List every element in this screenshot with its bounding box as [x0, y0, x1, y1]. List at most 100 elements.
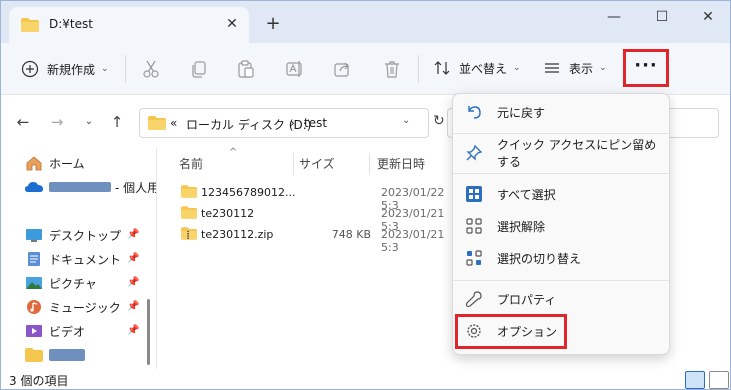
file-date: 2023/01/21 5:3: [381, 228, 445, 254]
up-arrow-icon[interactable]: ↑: [107, 113, 127, 133]
redacted-account-name: [49, 182, 111, 192]
sidebar-item-label: - 個人用: [115, 180, 160, 195]
minimize-button[interactable]: —: [591, 1, 637, 33]
tab-close-button[interactable]: ✕: [221, 13, 243, 35]
status-bar: 3 個の項目: [1, 369, 730, 389]
breadcrumb-folder[interactable]: test: [304, 116, 327, 130]
chevron-down-icon[interactable]: ⌄: [402, 115, 410, 126]
close-window-button[interactable]: ✕: [685, 1, 730, 33]
home-icon: [26, 156, 42, 171]
tab-d-test[interactable]: D:¥test ✕: [9, 7, 249, 43]
new-button[interactable]: 新規作成 ⌄: [21, 59, 109, 79]
delete-icon[interactable]: [382, 59, 402, 79]
maximize-button[interactable]: ☐: [639, 1, 685, 33]
share-icon[interactable]: [333, 59, 353, 79]
pin-icon[interactable]: 📌: [127, 325, 139, 336]
sidebar-item-home[interactable]: ホーム: [25, 153, 85, 173]
address-bar[interactable]: « ローカル ディスク (D:) › test ⌄: [139, 108, 429, 138]
pin-icon[interactable]: 📌: [127, 229, 139, 240]
folder-icon: [148, 116, 166, 130]
new-button-label: 新規作成: [47, 62, 96, 77]
menu-item-properties[interactable]: プロパティ: [459, 285, 665, 313]
file-list: ^ 名前 サイズ 更新日時 123456789012... 2023/01/22…: [157, 147, 457, 369]
pictures-icon: [26, 277, 42, 289]
title-bar: D:¥test ✕ + — ☐ ✕: [1, 1, 730, 43]
file-name: te230112: [201, 207, 255, 220]
sidebar-item-label: ドキュメント: [49, 252, 122, 267]
cut-icon[interactable]: [141, 59, 161, 79]
toolbar-divider: [418, 55, 419, 83]
file-size: 748 KB: [331, 228, 371, 241]
column-divider[interactable]: [293, 153, 294, 175]
desktop-icon: [26, 229, 42, 242]
paste-icon[interactable]: [236, 59, 256, 79]
pin-icon[interactable]: 📌: [127, 253, 139, 264]
documents-icon: [28, 252, 40, 266]
menu-item-pin-quick-access[interactable]: クイック アクセスにピン留めする: [459, 138, 665, 169]
column-divider[interactable]: [369, 153, 370, 175]
invert-selection-icon: [466, 250, 482, 266]
toolbar-divider: [125, 55, 126, 83]
menu-item-label: すべて選択: [497, 187, 556, 202]
menu-divider: [453, 280, 669, 281]
sidebar-item-desktop[interactable]: デスクトップ: [25, 225, 121, 245]
item-count: 3 個の項目: [9, 374, 69, 388]
recent-locations-icon[interactable]: ⌄: [79, 113, 99, 133]
view-button[interactable]: 表示 ⌄: [543, 59, 607, 77]
sidebar-item-music[interactable]: ミュージック: [25, 297, 121, 317]
menu-divider: [453, 173, 669, 174]
breadcrumb-overflow[interactable]: «: [170, 116, 177, 130]
select-none-icon: [466, 218, 482, 234]
file-name: te230112.zip: [201, 228, 274, 241]
sidebar-item-redacted-folder[interactable]: [25, 345, 85, 365]
rename-icon[interactable]: [285, 59, 305, 79]
pin-icon[interactable]: 📌: [127, 277, 139, 288]
menu-item-undo[interactable]: 元に戻す: [459, 98, 665, 126]
folder-icon: [25, 348, 43, 362]
column-header-size[interactable]: サイズ: [299, 155, 335, 172]
undo-icon: [468, 106, 481, 119]
forward-arrow-icon[interactable]: →: [47, 113, 67, 133]
column-header-name[interactable]: 名前: [179, 155, 203, 172]
plus-circle-icon: [21, 60, 39, 78]
copy-icon[interactable]: [189, 59, 209, 79]
menu-item-select-none[interactable]: 選択解除: [459, 212, 665, 240]
sort-button[interactable]: 並べ替え ⌄: [433, 59, 521, 77]
pin-icon[interactable]: 📌: [127, 301, 139, 312]
table-row[interactable]: te230112.zip 748 KB 2023/01/21 5:3: [175, 225, 455, 254]
menu-item-select-all[interactable]: すべて選択: [459, 180, 665, 208]
sidebar-item-pictures[interactable]: ピクチャ: [25, 273, 97, 293]
options-highlight-box: [455, 314, 567, 349]
file-name: 123456789012...: [201, 186, 296, 199]
menu-item-invert-selection[interactable]: 選択の切り替え: [459, 244, 665, 272]
new-tab-button[interactable]: +: [261, 13, 285, 37]
column-header-date[interactable]: 更新日時: [377, 155, 425, 172]
view-icon: [545, 63, 559, 73]
properties-icon: [465, 291, 482, 308]
folder-icon: [181, 185, 197, 198]
large-icons-view-icon[interactable]: [709, 371, 729, 389]
view-label: 表示: [569, 61, 594, 76]
sidebar-item-label: ミュージック: [49, 300, 121, 315]
sidebar-item-videos[interactable]: ビデオ: [25, 321, 85, 341]
tab-title: D:¥test: [49, 17, 93, 31]
details-view-icon[interactable]: [685, 371, 705, 389]
videos-icon: [26, 325, 42, 337]
sidebar-item-onedrive[interactable]: - 個人用: [25, 177, 159, 197]
chevron-down-icon: ⌄: [101, 64, 109, 74]
sidebar-item-documents[interactable]: ドキュメント: [25, 249, 121, 269]
sidebar-item-label: ピクチャ: [49, 276, 97, 291]
chevron-down-icon: ⌄: [513, 63, 521, 73]
back-arrow-icon[interactable]: ←: [13, 113, 33, 133]
scrollbar-thumb[interactable]: [147, 299, 150, 365]
sort-ascending-icon: ^: [229, 147, 238, 158]
table-row[interactable]: 123456789012... 2023/01/22 5:3: [175, 183, 455, 212]
onedrive-icon: [25, 182, 43, 192]
menu-item-label: 選択解除: [497, 219, 546, 234]
table-row[interactable]: te230112 2023/01/21 5:3: [175, 204, 455, 233]
see-more-button[interactable]: ···: [623, 49, 669, 87]
menu-item-label: 元に戻す: [497, 105, 546, 120]
zip-folder-icon: [181, 227, 197, 240]
file-explorer-window: D:¥test ✕ + — ☐ ✕ 新規作成 ⌄ 並べ替え ⌄ 表示 ⌄ ···…: [0, 0, 731, 390]
sort-label: 並べ替え: [459, 61, 508, 76]
